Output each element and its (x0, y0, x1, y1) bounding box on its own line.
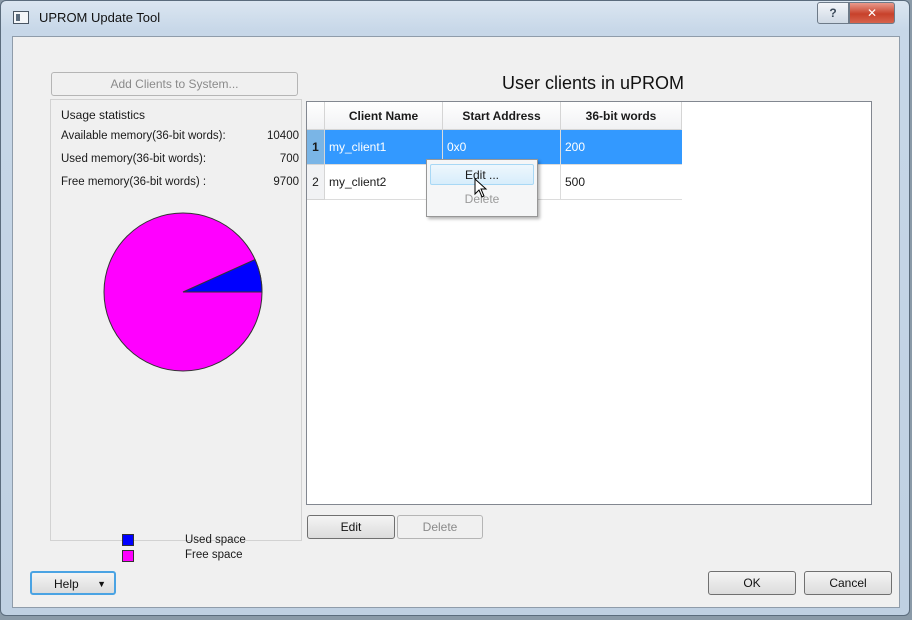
window-title: UPROM Update Tool (39, 10, 161, 25)
legend-swatch-free (122, 550, 134, 562)
help-label: Help (54, 577, 79, 591)
usage-statistics-title: Usage statistics (61, 108, 146, 122)
add-clients-button[interactable]: Add Clients to System... (51, 72, 298, 96)
row-header-2[interactable]: 2 (307, 165, 325, 200)
column-header-words[interactable]: 36-bit words (561, 102, 682, 130)
dropdown-arrow-icon: ▼ (97, 579, 106, 589)
cancel-button[interactable]: Cancel (804, 571, 892, 595)
help-title-button[interactable]: ? (817, 2, 849, 24)
ok-button[interactable]: OK (708, 571, 796, 595)
stat-value: 9700 (273, 176, 299, 188)
table-title: User clients in uPROM (501, 73, 685, 93)
title-bar: UPROM Update Tool ? ✕ (1, 1, 909, 35)
delete-button[interactable]: Delete (397, 515, 483, 539)
stat-used-memory: Used memory(36-bit words): 700 (61, 153, 299, 169)
mouse-cursor-icon (474, 178, 488, 198)
app-icon (13, 11, 29, 24)
stat-value: 700 (279, 153, 299, 165)
stat-free-memory: Free memory(36-bit words) : 9700 (61, 176, 299, 192)
dialog-body: Add Clients to System... Usage statistic… (12, 36, 900, 608)
uprom-update-tool-window: UPROM Update Tool ? ✕ Add Clients to Sys… (0, 0, 910, 616)
legend-swatch-used (122, 534, 134, 546)
cell-words[interactable]: 200 (561, 130, 682, 164)
table-corner-header (307, 102, 325, 130)
stat-label: Used memory(36-bit words): (61, 153, 207, 165)
stat-value: 10400 (267, 130, 299, 142)
legend-label-used: Used space (185, 534, 246, 546)
help-dropdown-button[interactable]: Help ▼ (30, 571, 116, 595)
row-header-1[interactable]: 1 (307, 130, 325, 165)
edit-button[interactable]: Edit (307, 515, 395, 539)
usage-statistics-panel: Usage statistics Available memory(36-bit… (50, 99, 302, 562)
close-button[interactable]: ✕ (849, 2, 895, 24)
cell-words[interactable]: 500 (561, 165, 682, 199)
stat-label: Free memory(36-bit words) : (61, 176, 207, 188)
column-header-start-address[interactable]: Start Address (443, 102, 561, 130)
column-header-client-name[interactable]: Client Name (325, 102, 443, 130)
stat-label: Available memory(36-bit words): (61, 130, 226, 142)
stat-available-memory: Available memory(36-bit words): 10400 (61, 130, 299, 146)
legend-label-free: Free space (185, 549, 243, 561)
clients-table[interactable]: Client Name Start Address 36-bit words 1… (306, 101, 872, 505)
memory-usage-pie-chart (103, 212, 263, 372)
